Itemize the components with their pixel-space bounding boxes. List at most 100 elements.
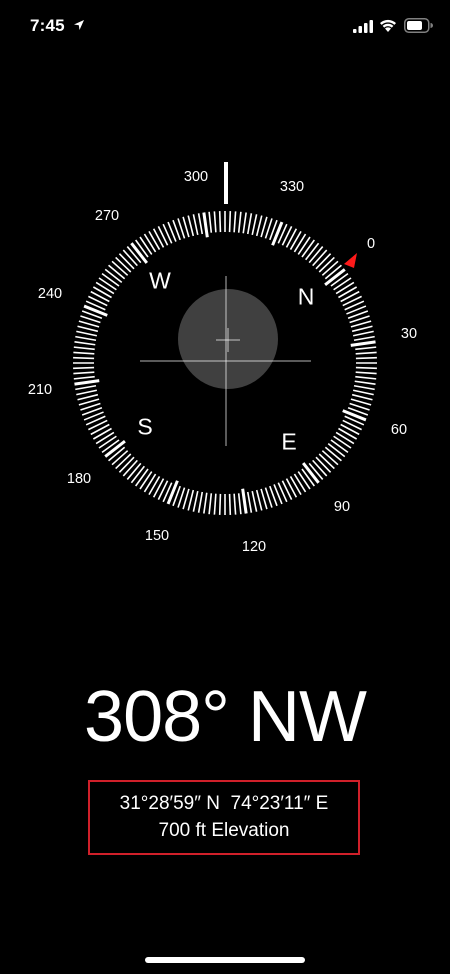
compass-major-tick: [271, 221, 284, 246]
compass-minor-tick: [118, 253, 135, 270]
compass-minor-tick: [289, 476, 302, 496]
compass-minor-tick: [355, 366, 377, 370]
compass-minor-tick: [260, 216, 268, 238]
compass-minor-tick: [98, 277, 117, 291]
compass-minor-tick: [111, 260, 129, 276]
compass-minor-tick: [335, 281, 355, 295]
compass-minor-tick: [122, 459, 138, 477]
compass-graphic: [73, 162, 377, 515]
compass-minor-tick: [318, 256, 335, 273]
compass-minor-tick: [98, 435, 117, 449]
home-indicator[interactable]: [145, 957, 305, 963]
compass-minor-tick: [330, 439, 349, 453]
compass-minor-tick: [318, 453, 335, 470]
compass-minor-tick: [130, 465, 145, 484]
compass-minor-tick: [126, 462, 142, 480]
compass-minor-tick: [135, 468, 149, 487]
compass-minor-tick: [335, 431, 355, 445]
compass-minor-tick: [340, 423, 360, 436]
compass-minor-tick: [312, 459, 328, 477]
cardinal-east: E: [281, 428, 297, 455]
compass-minor-tick: [354, 380, 376, 385]
compass-minor-tick: [297, 471, 311, 490]
compass-minor-tick: [115, 453, 132, 470]
degree-label-30: 30: [400, 326, 418, 342]
compass-minor-tick: [73, 356, 95, 360]
compass-minor-tick: [289, 230, 302, 250]
compass-minor-tick: [182, 216, 190, 238]
compass-minor-tick: [73, 366, 95, 370]
compass-minor-tick: [90, 423, 110, 436]
cellular-signal-icon: [353, 20, 373, 33]
compass-minor-tick: [333, 435, 352, 449]
compass-minor-tick: [242, 212, 247, 234]
degree-label-180: 180: [66, 471, 92, 487]
elevation-text: 700 ft Elevation: [158, 820, 290, 841]
compass-minor-tick: [143, 473, 157, 493]
compass-minor-tick: [92, 427, 112, 440]
compass-minor-tick: [255, 215, 263, 237]
degree-label-210: 210: [27, 382, 53, 398]
compass-minor-tick: [76, 330, 98, 337]
compass-minor-tick: [118, 456, 135, 473]
compass-minor-tick: [233, 493, 237, 515]
compass-minor-tick: [315, 253, 332, 270]
compass-minor-tick: [246, 213, 253, 235]
degree-label-0: 0: [366, 236, 376, 252]
compass-minor-tick: [260, 488, 268, 510]
compass-minor-tick: [108, 264, 126, 280]
compass-minor-tick: [355, 356, 377, 360]
compass-minor-tick: [228, 211, 232, 233]
compass-minor-tick: [297, 236, 311, 255]
compass-minor-tick: [111, 450, 129, 466]
compass-minor-tick: [333, 277, 352, 291]
compass-minor-tick: [285, 478, 298, 498]
compass-minor-tick: [315, 456, 332, 473]
compass-minor-tick: [355, 375, 377, 380]
compass-minor-tick: [293, 233, 307, 253]
location-info-box[interactable]: 31°28′59″ N 74°23′11″ E 700 ft Elevation: [88, 780, 360, 855]
compass-minor-tick: [353, 335, 375, 342]
cardinal-south: S: [137, 413, 153, 440]
compass-minor-tick: [352, 330, 374, 337]
compass-minor-tick: [338, 286, 358, 299]
compass-minor-tick: [73, 351, 95, 355]
compass-minor-tick: [182, 488, 190, 510]
compass-major-tick: [342, 409, 367, 422]
compass-minor-tick: [355, 346, 377, 351]
location-arrow-icon: [74, 20, 84, 30]
compass-minor-tick: [218, 211, 222, 233]
compass-minor-tick: [312, 249, 328, 267]
compass-minor-tick: [197, 491, 204, 513]
compass-minor-tick: [104, 268, 123, 283]
coordinates-text: 31°28′59″ N 74°23′11″ E: [119, 793, 329, 814]
compass-minor-tick: [218, 493, 222, 515]
compass-minor-tick: [192, 490, 199, 512]
compass-minor-tick: [148, 230, 161, 250]
status-bar: 7:45: [0, 0, 450, 56]
compass-minor-tick: [352, 389, 374, 396]
degree-label-270: 270: [94, 208, 120, 224]
compass-minor-tick: [350, 320, 372, 328]
compass-minor-tick: [293, 473, 307, 493]
compass-minor-tick: [77, 325, 99, 333]
cardinal-north: N: [297, 283, 315, 310]
compass-minor-tick: [95, 431, 115, 445]
compass-minor-tick: [255, 489, 263, 511]
compass-minor-tick: [308, 246, 324, 264]
compass-minor-tick: [187, 489, 195, 511]
compass-major-tick: [83, 304, 108, 317]
compass-minor-tick: [143, 233, 157, 253]
compass-minor-tick: [233, 211, 237, 233]
compass-minor-tick: [75, 335, 97, 342]
compass-minor-tick: [192, 214, 199, 236]
compass-minor-tick: [74, 341, 96, 346]
compass-minor-tick: [78, 320, 100, 328]
degree-label-120: 120: [241, 539, 267, 555]
compass-minor-tick: [208, 493, 213, 515]
compass-minor-tick: [338, 427, 358, 440]
compass-minor-tick: [237, 211, 242, 233]
compass-major-tick: [202, 212, 209, 238]
compass-major-tick: [241, 488, 248, 514]
compass-minor-tick: [115, 256, 132, 273]
